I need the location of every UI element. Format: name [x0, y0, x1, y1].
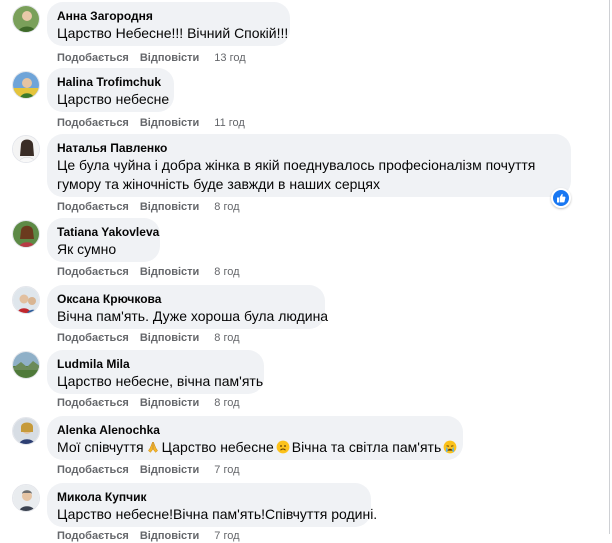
reply-button[interactable]: Відповісти [140, 464, 199, 476]
folded-hands-icon [146, 440, 160, 459]
comment-bubble: Halina Trofimchuk Царство небесне [47, 68, 174, 112]
comment-timestamp[interactable]: 8 год [214, 201, 239, 213]
comment-text: Царство небесне!Вічна пам'ять!Співчуття … [57, 506, 378, 522]
sad-face-icon [276, 440, 290, 459]
comment-text: гумору та жіночність буде завжди в наших… [57, 176, 381, 192]
comment-actions: Подобається Відповісти 8 год [57, 200, 240, 214]
like-button[interactable]: Подобається [57, 464, 129, 476]
like-button[interactable]: Подобається [57, 530, 129, 542]
avatar[interactable] [12, 417, 40, 445]
avatar[interactable] [12, 220, 40, 248]
reply-button[interactable]: Відповісти [140, 201, 199, 213]
like-reaction-badge[interactable] [551, 188, 571, 208]
comment-text-segment: Царство небесне [161, 439, 274, 455]
comment-text-segment: Мої співчуття [57, 439, 144, 455]
comment-text: Царство небесне, вічна пам'ять [57, 373, 264, 389]
comment-bubble: Ludmila Mila Царство небесне, вічна пам'… [47, 350, 264, 394]
comment-bubble: Оксана Крючкова Вічна пам'ять. Дуже хоро… [47, 285, 329, 329]
comment-author[interactable]: Наталья Павленко [57, 140, 560, 156]
crying-face-icon [443, 440, 457, 459]
comment-author[interactable]: Halina Trofimchuk [57, 74, 163, 90]
comment-author[interactable]: Tatiana Yakovleva [57, 224, 159, 240]
reply-button[interactable]: Відповісти [140, 332, 199, 344]
comment-author[interactable]: Микола Купчик [57, 489, 360, 505]
comment-bubble: Наталья Павленко Це була чуйна і добра ж… [47, 134, 571, 197]
comment-timestamp[interactable]: 8 год [214, 266, 239, 278]
comment-text: Мої співчуття Царство небесне Вічна та сві… [57, 438, 457, 459]
comment-author[interactable]: Анна Загородня [57, 8, 279, 24]
comment-text: Царство Небесне!!! Вічний Спокій!!! [57, 25, 289, 41]
like-button[interactable]: Подобається [57, 397, 129, 409]
comment-text-segment: Вічна та світла пам'ять [291, 439, 442, 455]
like-button[interactable]: Подобається [57, 117, 129, 129]
avatar[interactable] [12, 286, 40, 314]
comment-timestamp[interactable]: 13 год [214, 52, 245, 64]
comment-bubble: Tatiana Yakovleva Як сумно [47, 218, 160, 262]
like-button[interactable]: Подобається [57, 332, 129, 344]
comment-author[interactable]: Оксана Крючкова [57, 291, 314, 307]
comment-actions: Подобається Відповісти 11 год [57, 116, 245, 130]
comment-actions: Подобається Відповісти 8 год [57, 331, 240, 345]
avatar[interactable] [12, 484, 40, 512]
like-button[interactable]: Подобається [57, 52, 129, 64]
like-button[interactable]: Подобається [57, 201, 129, 213]
comment-text: Як сумно [57, 241, 117, 257]
comment-text: Царство небесне [57, 91, 170, 107]
comment-actions: Подобається Відповісти 13 год [57, 51, 246, 65]
comment-timestamp[interactable]: 7 год [214, 530, 239, 542]
comment-bubble: Alenka Alenochka Мої співчуття Царство не… [47, 416, 463, 460]
like-button[interactable]: Подобається [57, 266, 129, 278]
comment-timestamp[interactable]: 11 год [214, 117, 245, 129]
reply-button[interactable]: Відповісти [140, 266, 199, 278]
comment-bubble: Анна Загородня Царство Небесне!!! Вічний… [47, 2, 290, 46]
comment-actions: Подобається Відповісти 7 год [57, 529, 240, 543]
reply-button[interactable]: Відповісти [140, 530, 199, 542]
comment-timestamp[interactable]: 8 год [214, 332, 239, 344]
like-icon [557, 193, 566, 203]
comment-actions: Подобається Відповісти 7 год [57, 463, 240, 477]
comment-text: Це була чуйна і добра жінка в якій поедн… [57, 157, 536, 173]
comment-timestamp[interactable]: 8 год [214, 397, 239, 409]
comment-author[interactable]: Alenka Alenochka [57, 422, 452, 438]
comment-bubble: Микола Купчик Царство небесне!Вічна пам'… [47, 483, 378, 527]
reply-button[interactable]: Відповісти [140, 397, 199, 409]
reply-button[interactable]: Відповісти [140, 52, 199, 64]
avatar[interactable] [12, 5, 40, 33]
comment-timestamp[interactable]: 7 год [214, 464, 239, 476]
comment-actions: Подобається Відповісти 8 год [57, 265, 240, 279]
avatar[interactable] [12, 71, 40, 99]
reply-button[interactable]: Відповісти [140, 117, 199, 129]
comment-actions: Подобається Відповісти 8 год [57, 396, 240, 410]
scrollbar-track[interactable] [609, 0, 610, 534]
avatar[interactable] [12, 351, 40, 379]
avatar[interactable] [12, 135, 40, 163]
comment-text: Вічна пам'ять. Дуже хороша була людина [57, 308, 329, 324]
comment-author[interactable]: Ludmila Mila [57, 356, 253, 372]
